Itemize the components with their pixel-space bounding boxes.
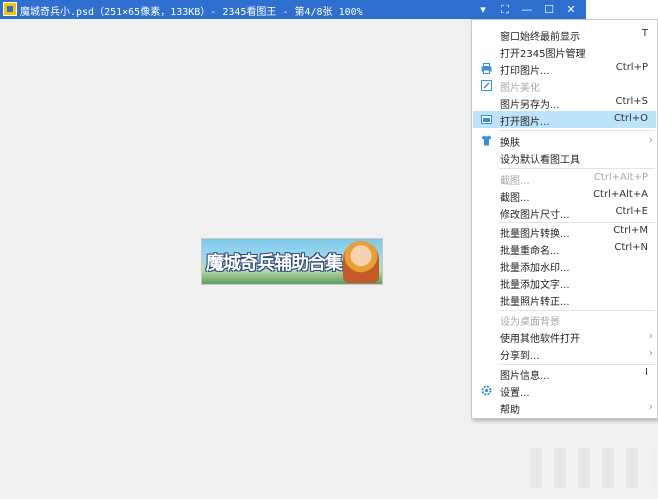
context-menu[interactable]: 窗口始终最前显示 T 打开2345图片管理 打印图片... Ctrl+P 图片美… [471,19,658,419]
menu-item-batch-watermark[interactable]: 批量添加水印... [473,257,656,274]
close-button[interactable]: ✕ [560,0,582,19]
menu-item-batch-add-text[interactable]: 批量添加文字... [473,274,656,291]
menu-item-label: 打开2345图片管理 [500,49,586,60]
menu-item-label: 图片另存为... [500,100,560,111]
maximize-button[interactable]: ☐ [538,0,560,19]
desktop-background [586,0,658,19]
menu-item-label: 使用其他软件打开 [500,334,580,345]
edit-icon [481,80,492,91]
menu-item-screenshot-disabled[interactable]: 截图... Ctrl+Alt+P [473,170,656,187]
menu-item-always-on-top[interactable]: 窗口始终最前显示 T [473,26,656,43]
menu-item-set-default-viewer[interactable]: 设为默认看图工具 [473,149,656,166]
menu-item-settings[interactable]: 设置... [473,382,656,399]
menu-item-shortcut: Ctrl+N [614,242,648,253]
printer-icon [481,63,492,74]
menu-item-shortcut: T [641,28,648,39]
menu-item-batch-convert[interactable]: 批量图片转换... Ctrl+M [473,223,656,240]
menu-item-label: 截图... [500,176,530,187]
app-logo-icon [3,2,17,16]
menu-item-beautify[interactable]: 图片美化 [473,77,656,94]
submenu-arrow-icon: › [648,133,653,146]
menu-item-print[interactable]: 打印图片... Ctrl+P [473,60,656,77]
menu-item-image-info[interactable]: 图片信息... I [473,365,656,382]
menu-item-shortcut: Ctrl+P [615,62,648,73]
submenu-arrow-icon: › [648,400,653,413]
minimize-button[interactable]: — [516,0,538,19]
menu-item-label: 批量添加文字... [500,280,570,291]
menu-item-shortcut: Ctrl+E [615,206,649,217]
menu-item-shortcut: I [645,367,648,378]
submenu-arrow-icon: › [648,346,653,359]
dropdown-button[interactable]: ▾ [472,0,494,19]
menu-item-label: 窗口始终最前显示 [500,32,580,43]
window-title: 魔城奇兵小.psd（251×65像素，133KB）- 2345看图王 - 第4/… [20,7,363,18]
menu-item-label: 设置... [500,388,530,399]
menu-item-resize[interactable]: 修改图片尺寸... Ctrl+E [473,204,656,221]
fullscreen-button[interactable]: ⛶ [494,0,516,19]
menu-item-label: 批量图片转换... [500,229,570,240]
gear-icon [481,385,492,396]
menu-item-label: 设为默认看图工具 [500,155,580,166]
banner-title: 魔城奇兵辅助合集 [206,253,343,274]
menu-separator [499,130,655,131]
character-illustration [343,241,379,283]
menu-item-batch-rename[interactable]: 批量重命名... Ctrl+N [473,240,656,257]
tshirt-icon [481,135,492,146]
menu-item-label: 分享到... [500,351,540,362]
displayed-image[interactable]: 魔城奇兵辅助合集 [201,238,383,285]
minimize-icon: — [521,3,533,16]
menu-item-label: 修改图片尺寸... [500,210,570,221]
menu-item-open-with[interactable]: 使用其他软件打开 › [473,328,656,345]
menu-item-help[interactable]: 帮助 › [473,399,656,416]
menu-item-label: 帮助 [500,405,520,416]
menu-item-set-wallpaper[interactable]: 设为桌面背景 [473,311,656,328]
menu-item-label: 图片信息... [500,371,550,382]
menu-separator [499,168,655,169]
menu-item-open-image-manager[interactable]: 打开2345图片管理 [473,43,656,60]
menu-item-shortcut: Ctrl+O [613,113,648,124]
submenu-arrow-icon: › [648,329,653,342]
menu-item-shortcut: Ctrl+Alt+A [593,189,648,200]
close-icon: ✕ [566,3,576,16]
menu-item-open-image[interactable]: 打开图片... Ctrl+O [473,111,656,128]
menu-item-screenshot[interactable]: 截图... Ctrl+Alt+A [473,187,656,204]
menu-item-label: 批量重命名... [500,246,560,257]
watermark-blur [530,448,650,488]
menu-item-label: 设为桌面背景 [500,317,560,328]
title-bar[interactable]: 魔城奇兵小.psd（251×65像素，133KB）- 2345看图王 - 第4/… [0,0,586,19]
menu-item-label: 图片美化 [500,83,540,94]
menu-item-shortcut: Ctrl+Alt+P [593,172,648,183]
menu-item-label: 截图... [500,193,530,204]
menu-item-batch-rotate[interactable]: 批量照片转正... [473,291,656,308]
menu-item-label: 换肤 [500,138,520,149]
fullscreen-icon: ⛶ [501,2,509,16]
menu-item-label: 打印图片... [500,66,550,77]
menu-item-label: 批量添加水印... [500,263,570,274]
menu-item-shortcut: Ctrl+M [613,225,648,236]
menu-item-save-as[interactable]: 图片另存为... Ctrl+S [473,94,656,111]
maximize-icon: ☐ [544,3,554,16]
menu-item-label: 批量照片转正... [500,297,570,308]
open-folder-icon [481,115,492,124]
menu-item-skin[interactable]: 换肤 › [473,132,656,149]
menu-item-share[interactable]: 分享到... › [473,345,656,362]
menu-item-shortcut: Ctrl+S [615,96,648,107]
chevron-down-icon: ▾ [480,3,486,16]
menu-item-label: 打开图片... [500,117,550,128]
